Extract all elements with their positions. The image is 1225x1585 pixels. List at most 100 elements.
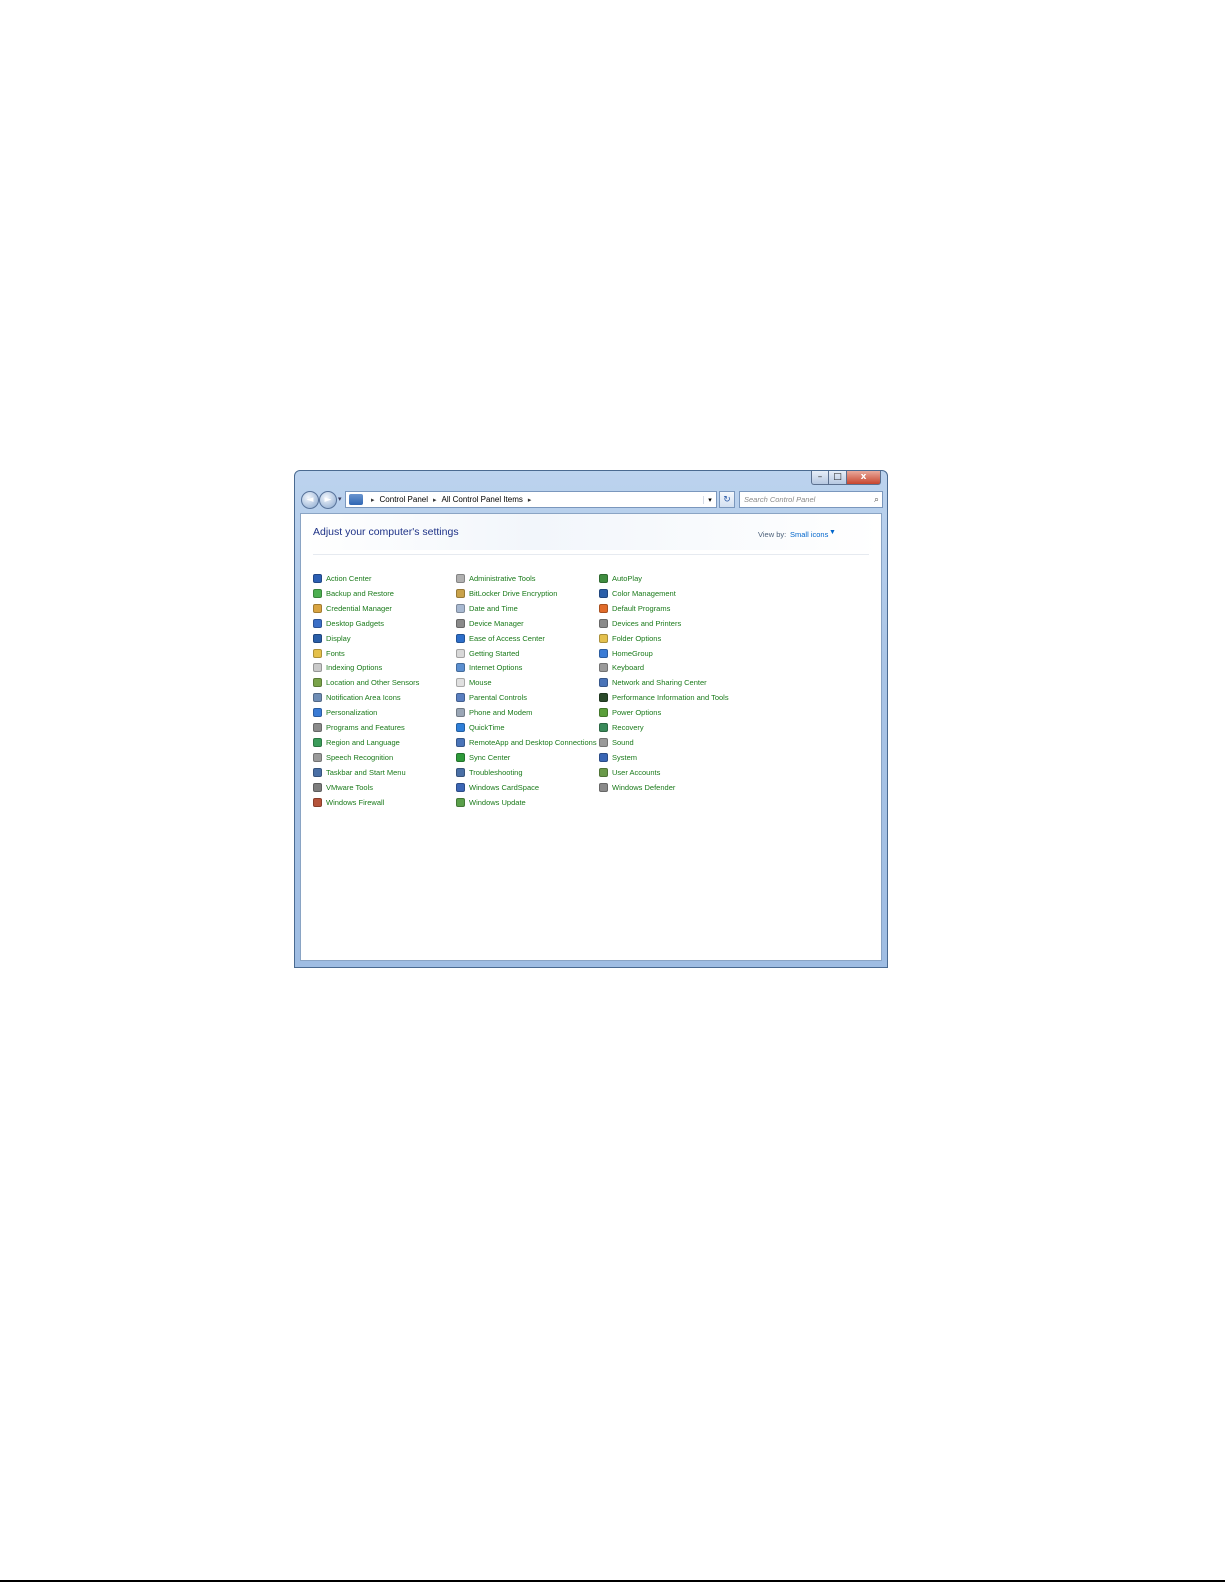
control-panel-item-label: Devices and Printers [612,618,682,628]
update-icon [456,797,465,807]
control-panel-item[interactable]: Windows Update [456,796,526,809]
control-panel-item[interactable]: Location and Other Sensors [313,676,419,689]
control-panel-item[interactable]: VMware Tools [313,781,373,794]
control-panel-item[interactable]: Credential Manager [313,602,392,615]
control-panel-item[interactable]: Windows CardSpace [456,781,539,794]
control-panel-item-label: Phone and Modem [469,708,533,718]
remoteapp-icon [456,737,465,747]
breadcrumb-all-items[interactable]: All Control Panel Items [442,495,523,504]
breadcrumb-separator-icon[interactable]: ▸ [433,496,437,504]
control-panel-item[interactable]: Network and Sharing Center [599,676,707,689]
speaker-icon [599,737,608,747]
control-panel-item[interactable]: Sync Center [456,751,510,764]
control-panel-item[interactable]: Folder Options [599,632,661,645]
control-panel-item-label: Windows Defender [612,782,676,792]
control-panel-item[interactable]: Display [313,632,351,645]
troubleshooting-icon [456,767,465,777]
control-panel-item-label: RemoteApp and Desktop Connections [469,737,597,747]
caption-buttons: – □ x [811,471,881,485]
minimize-button[interactable]: – [811,471,829,485]
address-history-dropdown-icon[interactable]: ▾ [703,495,716,504]
maximize-button[interactable]: □ [829,471,847,485]
address-bar[interactable]: ▸ Control Panel ▸ All Control Panel Item… [345,491,717,508]
control-panel-item[interactable]: Ease of Access Center [456,632,545,645]
view-by-caret-icon[interactable]: ▼ [829,529,836,536]
system-icon [599,752,608,762]
control-panel-item-label: Keyboard [612,663,645,673]
control-panel-item[interactable]: AutoPlay [599,572,642,585]
control-panel-item-label: Location and Other Sensors [326,678,420,688]
view-by-dropdown[interactable]: Small icons [790,530,828,539]
control-panel-item[interactable]: Speech Recognition [313,751,393,764]
network-icon [599,678,608,688]
control-panel-item[interactable]: Mouse [456,676,492,689]
control-panel-item-label: Internet Options [469,663,523,673]
control-panel-item[interactable]: Parental Controls [456,691,527,704]
control-panel-item[interactable]: Desktop Gadgets [313,617,384,630]
search-input[interactable]: Search Control Panel ⌕ [739,491,883,508]
control-panel-item-label: Backup and Restore [326,588,394,598]
control-panel-item[interactable]: Recovery [599,721,644,734]
breadcrumb-separator-icon[interactable]: ▸ [528,496,532,504]
control-panel-item[interactable]: Fonts [313,647,345,660]
control-panel-item-label: Getting Started [469,648,520,658]
control-panel-item-label: Device Manager [469,618,524,628]
control-panel-item[interactable]: Programs and Features [313,721,405,734]
search-icon[interactable]: ⌕ [874,494,879,505]
control-panel-item[interactable]: Region and Language [313,736,400,749]
control-panel-item[interactable]: Action Center [313,572,371,585]
control-panel-item[interactable]: Windows Defender [599,781,675,794]
control-panel-item-label: Sound [612,737,634,747]
control-panel-item[interactable]: BitLocker Drive Encryption [456,587,557,600]
clock-icon [456,603,465,613]
parental-icon [456,693,465,703]
control-panel-item[interactable]: Indexing Options [313,661,382,674]
control-panel-item-label: HomeGroup [612,648,653,658]
control-panel-item-label: Display [326,633,351,643]
flag-icon [313,574,322,583]
control-panel-item[interactable]: Color Management [599,587,676,600]
control-panel-item[interactable]: Backup and Restore [313,587,394,600]
refresh-button[interactable]: ↻ [719,491,735,508]
control-panel-item[interactable]: Phone and Modem [456,706,532,719]
control-panel-item[interactable]: Notification Area Icons [313,691,401,704]
control-panel-item-label: Windows CardSpace [469,782,540,792]
breadcrumb-control-panel[interactable]: Control Panel [380,495,428,504]
recent-pages-dropdown[interactable]: ▾ [338,495,342,503]
control-panel-item[interactable]: User Accounts [599,766,660,779]
control-panel-item[interactable]: Devices and Printers [599,617,681,630]
control-panel-item-label: Performance Information and Tools [612,693,729,703]
control-panel-item-label: Mouse [469,678,492,688]
close-button[interactable]: x [847,471,881,485]
control-panel-item-label: Power Options [612,708,662,718]
control-panel-item[interactable]: Administrative Tools [456,572,536,585]
control-panel-item[interactable]: Taskbar and Start Menu [313,766,406,779]
control-panel-item[interactable]: RemoteApp and Desktop Connections [456,736,597,749]
control-panel-item-label: Taskbar and Start Menu [326,767,406,777]
back-button[interactable]: ◄ [301,491,319,509]
control-panel-item[interactable]: Personalization [313,706,377,719]
control-panel-item-label: System [612,752,638,762]
control-panel-item[interactable]: Windows Firewall [313,796,384,809]
control-panel-item[interactable]: Power Options [599,706,661,719]
control-panel-item[interactable]: Internet Options [456,661,522,674]
control-panel-item[interactable]: Sound [599,736,634,749]
page-title: Adjust your computer's settings [313,526,459,538]
sensors-icon [313,678,322,688]
control-panel-item[interactable]: QuickTime [456,721,505,734]
control-panel-item[interactable]: System [599,751,637,764]
control-panel-item[interactable]: Troubleshooting [456,766,523,779]
control-panel-item-label: Administrative Tools [469,574,536,583]
control-panel-item[interactable]: HomeGroup [599,647,653,660]
control-panel-item[interactable]: Getting Started [456,647,519,660]
control-panel-item[interactable]: Performance Information and Tools [599,691,729,704]
forward-button[interactable]: ► [319,491,337,509]
breadcrumb-separator-icon[interactable]: ▸ [371,496,375,504]
control-panel-item[interactable]: Device Manager [456,617,524,630]
control-panel-item[interactable]: Keyboard [599,661,644,674]
vmware-icon [313,782,322,792]
cardspace-icon [456,782,465,792]
control-panel-item[interactable]: Default Programs [599,602,670,615]
bitlocker-icon [456,588,465,598]
control-panel-item[interactable]: Date and Time [456,602,518,615]
